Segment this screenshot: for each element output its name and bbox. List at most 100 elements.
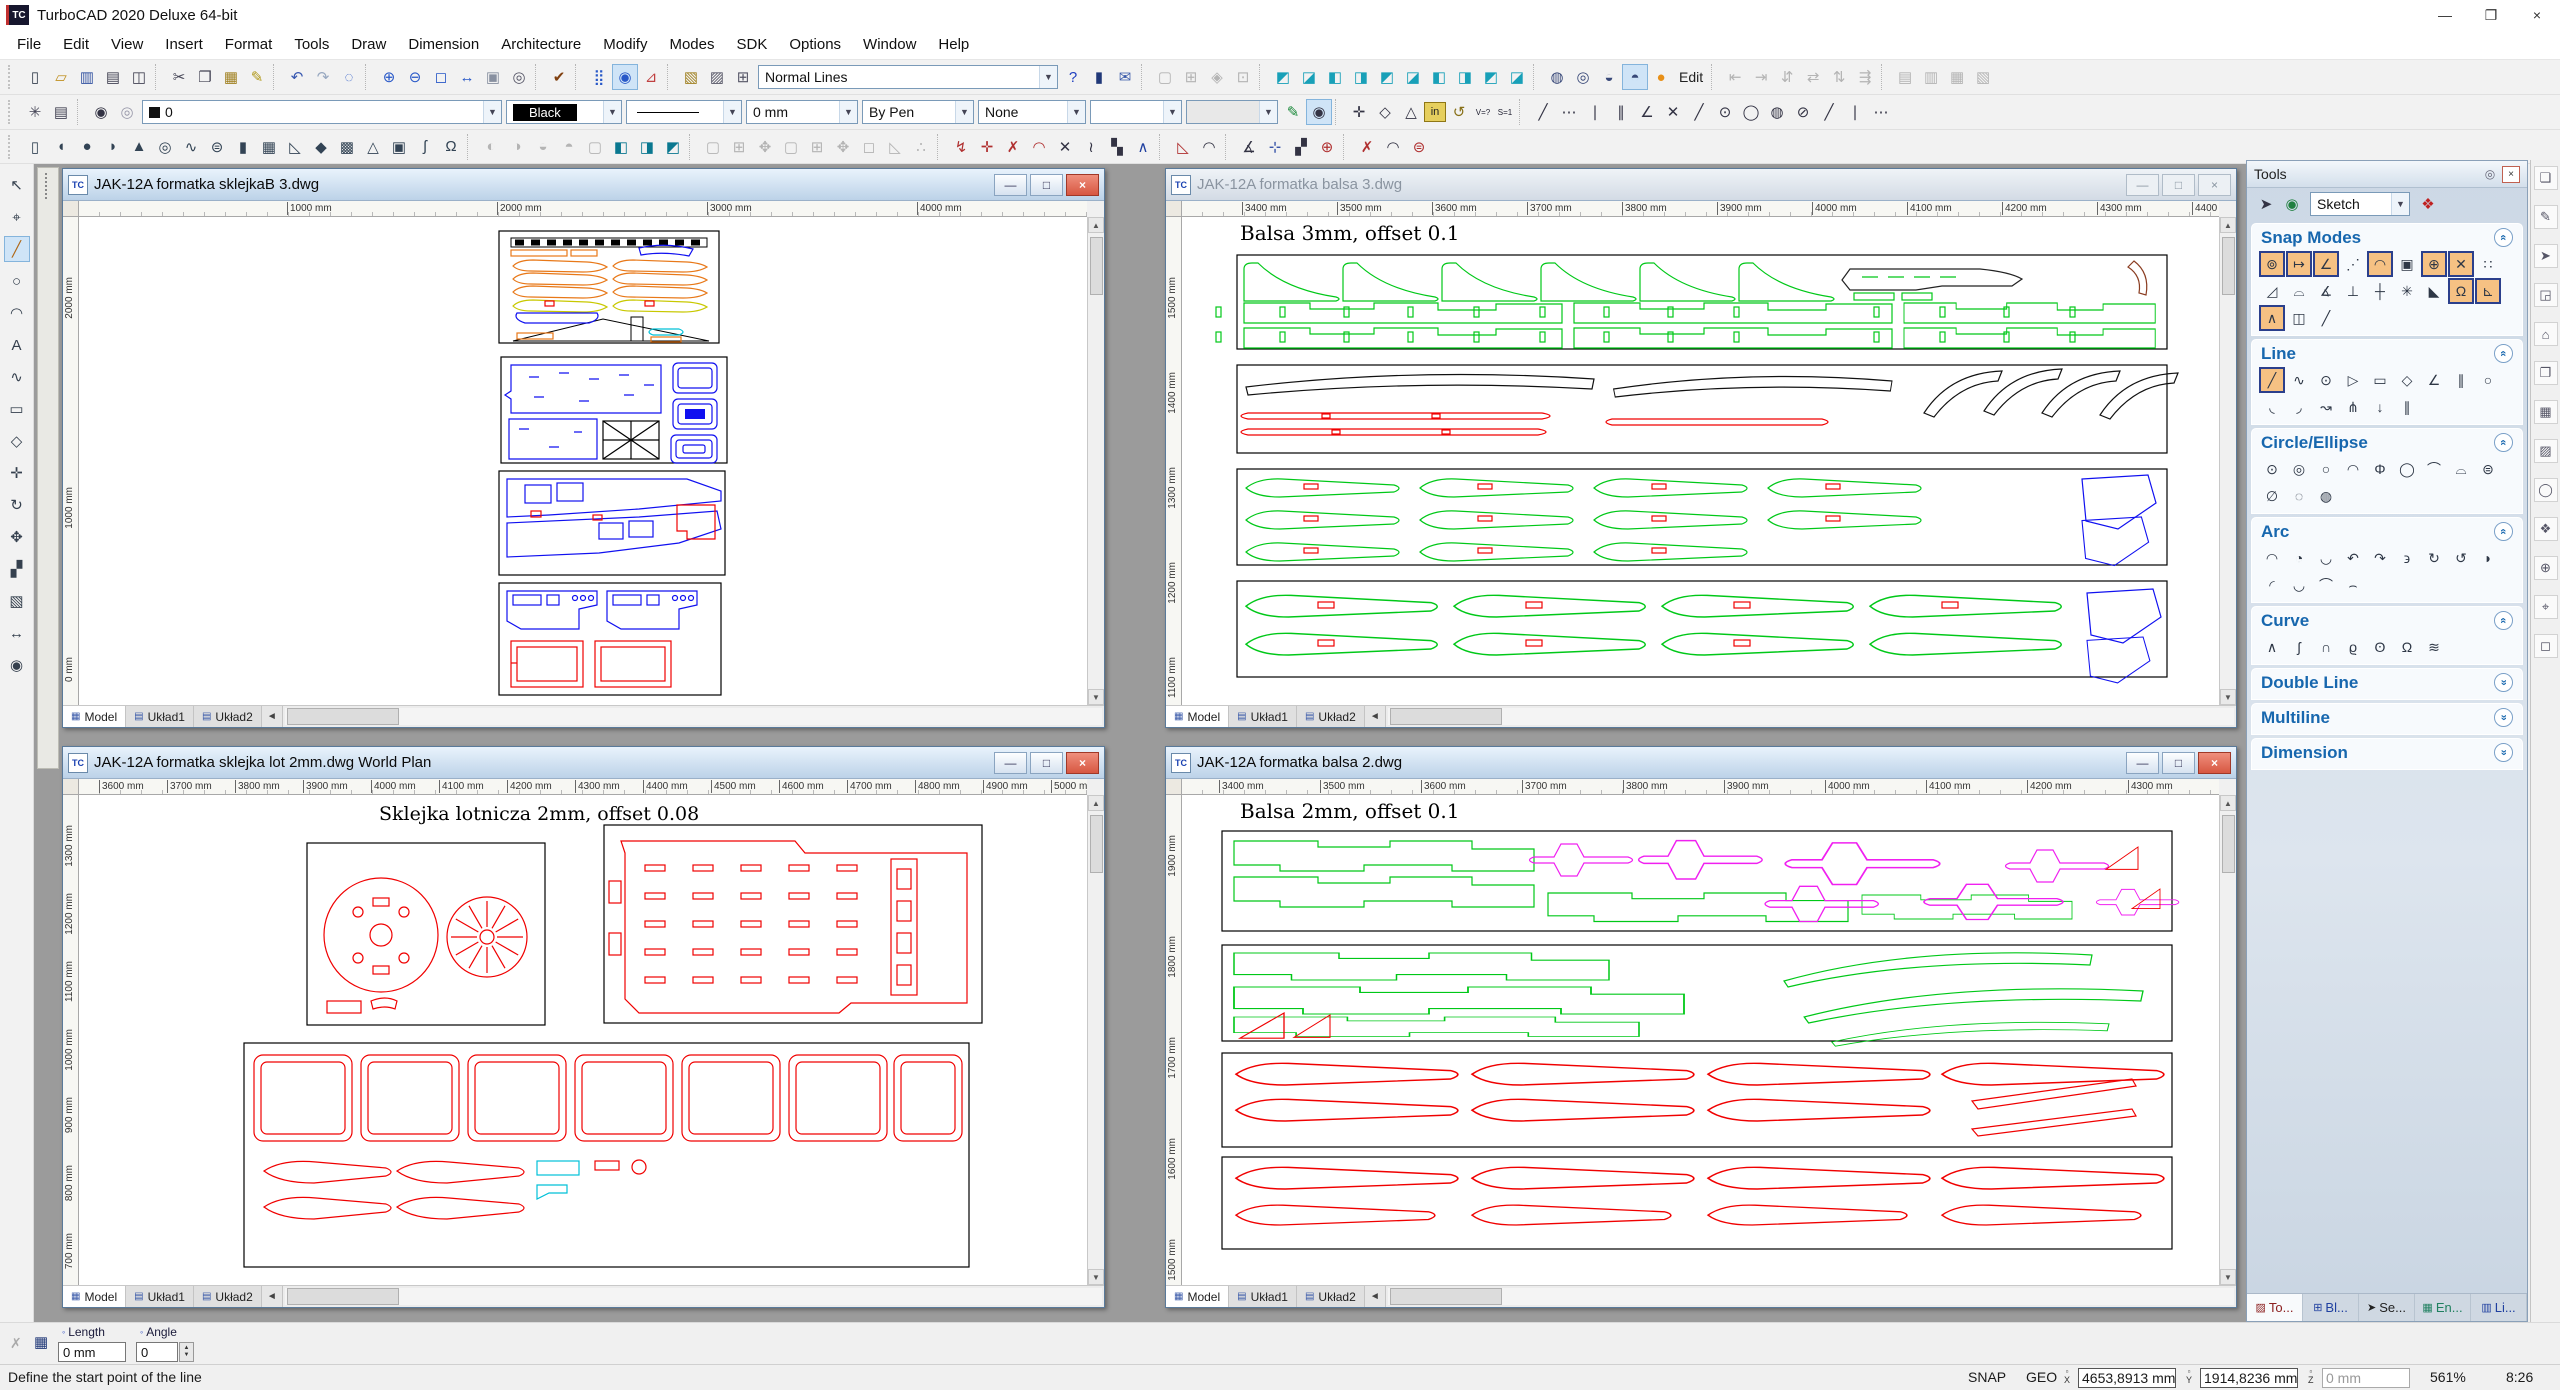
vertical-scrollbar[interactable]: ▲▼ xyxy=(1087,795,1104,1285)
tab-scroll-left-icon[interactable]: ◄ xyxy=(1365,1286,1386,1307)
slice-icon[interactable]: ◓ xyxy=(556,134,582,160)
toolbar-icon[interactable] xyxy=(689,134,697,160)
transform-palette-icon[interactable]: ◻ xyxy=(2534,634,2558,658)
world-icon[interactable]: ◉ xyxy=(2279,191,2305,217)
menu-item[interactable]: Options xyxy=(778,36,852,53)
toolbar-icon[interactable] xyxy=(77,99,85,125)
menu-item[interactable]: Draw xyxy=(340,36,397,53)
brush-combo[interactable]: ▼ xyxy=(1090,100,1182,124)
rectangle-tool-icon[interactable]: ▭ xyxy=(4,396,30,422)
circle-tool-icon[interactable]: ○ xyxy=(2313,456,2339,482)
angle-spinner[interactable]: ▲▼ xyxy=(179,1342,194,1362)
collapse-icon[interactable]: « xyxy=(2494,344,2513,363)
line-tool-icon[interactable]: ↝ xyxy=(2313,394,2339,420)
snap-grid-icon[interactable]: ⋯ xyxy=(1556,99,1582,125)
render-quality-icon[interactable]: ◓ xyxy=(1622,64,1648,90)
app-minimize-button[interactable]: — xyxy=(2422,0,2468,30)
menu-item[interactable]: View xyxy=(100,36,154,53)
snap-mode-icon[interactable]: Ω xyxy=(2448,278,2474,304)
align-left-icon[interactable]: ⇤ xyxy=(1722,64,1748,90)
app-maximize-button[interactable]: ❐ xyxy=(2468,0,2514,30)
angle-mode-icon[interactable]: ⊿ xyxy=(638,64,664,90)
view-iso-se-icon[interactable]: ◩ xyxy=(1478,64,1504,90)
sheet-tab[interactable]: ▤Układ2 xyxy=(1297,1286,1365,1307)
tangent-constraint-icon[interactable]: ◠ xyxy=(1380,134,1406,160)
sweep-icon[interactable]: ʃ xyxy=(412,134,438,160)
render-hidden-line-icon[interactable]: ◎ xyxy=(1570,64,1596,90)
t-meet-icon[interactable]: ◺ xyxy=(1170,134,1196,160)
line-tool-icon[interactable]: ∥ xyxy=(2448,367,2474,393)
snap-mode-icon[interactable]: ∧ xyxy=(2259,305,2285,331)
x-coordinate-field[interactable]: 4653,8913 mm xyxy=(2078,1368,2176,1388)
tool-mode-combo[interactable]: Sketch▼ xyxy=(2310,192,2410,216)
redo-icon[interactable]: ↷ xyxy=(310,64,336,90)
undo-icon[interactable]: ↶ xyxy=(284,64,310,90)
menu-item[interactable]: Format xyxy=(214,36,284,53)
paint-style-icon[interactable]: ❖ xyxy=(2415,191,2441,217)
minimize-button[interactable]: — xyxy=(2126,752,2159,774)
new-view-icon[interactable]: ⊞ xyxy=(730,64,756,90)
close-button[interactable]: × xyxy=(1066,174,1099,196)
boolean-intersect-icon[interactable]: ◒ xyxy=(530,134,556,160)
line-tool-icon[interactable]: ⋔ xyxy=(2340,394,2366,420)
toolbar-icon[interactable] xyxy=(365,64,373,90)
vertical-scrollbar[interactable]: ▲▼ xyxy=(2219,217,2236,705)
zoom-window-icon[interactable]: ◻ xyxy=(428,64,454,90)
window-titlebar[interactable]: TC JAK-12A formatka balsa 2.dwg —□× xyxy=(1166,747,2236,779)
drawing-canvas[interactable] xyxy=(79,217,1087,705)
view-left-icon[interactable]: ◨ xyxy=(1348,64,1374,90)
toolbar-icon[interactable] xyxy=(575,64,583,90)
horizontal-scrollbar[interactable] xyxy=(285,708,1102,725)
curve-tool-icon[interactable]: ϱ xyxy=(2340,634,2366,660)
snap-quadrant-icon[interactable]: ◯ xyxy=(1738,99,1764,125)
toolbar-icon[interactable] xyxy=(667,64,675,90)
document-window-2[interactable]: TC JAK-12A formatka balsa 3.dwg —□× 3400… xyxy=(1165,168,2237,728)
workplane-icon[interactable]: ◇ xyxy=(1372,99,1398,125)
text-tool-icon[interactable]: A xyxy=(4,332,30,358)
snap-center-icon[interactable]: ⊙ xyxy=(1712,99,1738,125)
scatter-icon[interactable]: ∴ xyxy=(908,134,934,160)
pin-icon[interactable]: ◎ xyxy=(2481,167,2499,181)
property-pen-icon[interactable]: ✎ xyxy=(1280,99,1306,125)
mirror-copy-icon[interactable]: ◻ xyxy=(856,134,882,160)
arc-tool-icon[interactable]: ◔ xyxy=(2286,545,2312,571)
stretch-icon[interactable]: ≀ xyxy=(1078,134,1104,160)
expand-icon[interactable]: « xyxy=(2494,743,2513,762)
app-close-button[interactable]: × xyxy=(2514,0,2560,30)
toolbar-icon[interactable] xyxy=(273,64,281,90)
arc-tool-icon[interactable]: ⌒ xyxy=(2313,572,2339,598)
delete-constraint-icon[interactable]: ✗ xyxy=(1354,134,1380,160)
toolbar-grip[interactable] xyxy=(8,100,16,124)
rotate-copy-icon[interactable]: ◺ xyxy=(882,134,908,160)
circle-tool-icon[interactable]: ∅ xyxy=(2259,483,2285,509)
chamfer-icon[interactable]: ✕ xyxy=(1052,134,1078,160)
circle-tool-icon[interactable]: ◍ xyxy=(2313,483,2339,509)
line-width-combo[interactable]: 0 mm▼ xyxy=(746,100,858,124)
collapse-icon[interactable]: « xyxy=(2494,611,2513,630)
spline-tool-icon[interactable]: ∿ xyxy=(4,364,30,390)
send-mail-icon[interactable]: ✉ xyxy=(1112,64,1138,90)
z-coordinate-field[interactable]: 0 mm xyxy=(2322,1368,2410,1388)
menu-item[interactable]: Dimension xyxy=(397,36,490,53)
arc-tool-icon[interactable]: ↷ xyxy=(2367,545,2393,571)
sheet-tab[interactable]: ▦Model xyxy=(1166,706,1229,727)
print-preview-icon[interactable]: ◫ xyxy=(126,64,152,90)
hatch-tool-icon[interactable]: ▞ xyxy=(4,556,30,582)
environments-palette-icon[interactable]: ⊕ xyxy=(2534,556,2558,580)
circle-tool-icon[interactable]: ◎ xyxy=(2286,456,2312,482)
close-button[interactable]: × xyxy=(1066,752,1099,774)
window-titlebar[interactable]: TC JAK-12A formatka balsa 3.dwg —□× xyxy=(1166,169,2236,201)
line-tool-icon[interactable]: ▭ xyxy=(2367,367,2393,393)
collapse-icon[interactable]: « xyxy=(2494,433,2513,452)
drawing-canvas[interactable]: Sklejka lotnicza 2mm, offset 0.08 xyxy=(79,795,1087,1285)
pen-style-combo[interactable]: By Pen▼ xyxy=(862,100,974,124)
pyramid-icon[interactable]: △ xyxy=(360,134,386,160)
print-icon[interactable]: ▤ xyxy=(100,64,126,90)
snap-mode-icon[interactable]: ∡ xyxy=(2313,278,2339,304)
array-rect-icon[interactable]: ▢ xyxy=(700,134,726,160)
line-tool-icon[interactable]: ∥ xyxy=(2394,394,2420,420)
snap-mode-icon[interactable]: ✳ xyxy=(2394,278,2420,304)
selection-info-palette-icon[interactable]: ❏ xyxy=(2534,166,2558,190)
meet-2-lines-icon[interactable]: ∧ xyxy=(1130,134,1156,160)
sheet-tab[interactable]: ▤Układ2 xyxy=(194,706,262,727)
